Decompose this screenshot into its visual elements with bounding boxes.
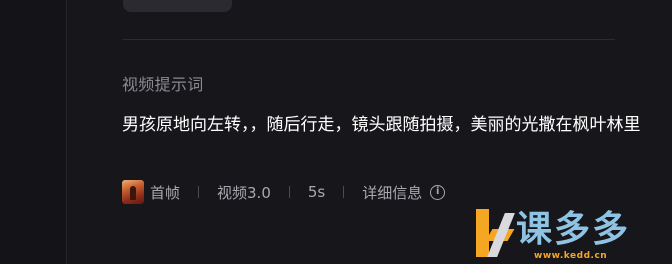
meta-separator [198, 186, 200, 198]
watermark-text: 课多多 [516, 209, 631, 250]
first-frame-label[interactable]: 首帧 [150, 182, 180, 203]
meta-separator [343, 186, 345, 198]
prompt-section-label: 视频提示词 [122, 75, 204, 94]
details-link[interactable]: 详细信息 [362, 182, 422, 203]
model-version: 视频3.0 [217, 183, 271, 202]
prompt-text: 男孩原地向左转，，随后行走，镜头跟随拍摄，美丽的光撒在枫叶林里 [122, 115, 641, 135]
meta-separator [288, 186, 290, 198]
section-divider [123, 39, 615, 40]
watermark-k-stem [476, 209, 489, 257]
first-frame-thumbnail[interactable] [122, 180, 144, 204]
left-panel [0, 0, 66, 264]
panel-border [66, 0, 67, 264]
previous-card[interactable] [123, 0, 232, 12]
watermark-logo: 课多多 www.kedd.cn [472, 207, 672, 264]
watermark-url: www.kedd.cn [534, 251, 608, 261]
info-icon[interactable]: i [430, 184, 446, 200]
thumbnail-figure [130, 186, 136, 200]
video-duration: 5s [307, 183, 326, 201]
video-meta-row: 首帧 视频3.0 5s 详细信息 i [122, 180, 446, 204]
